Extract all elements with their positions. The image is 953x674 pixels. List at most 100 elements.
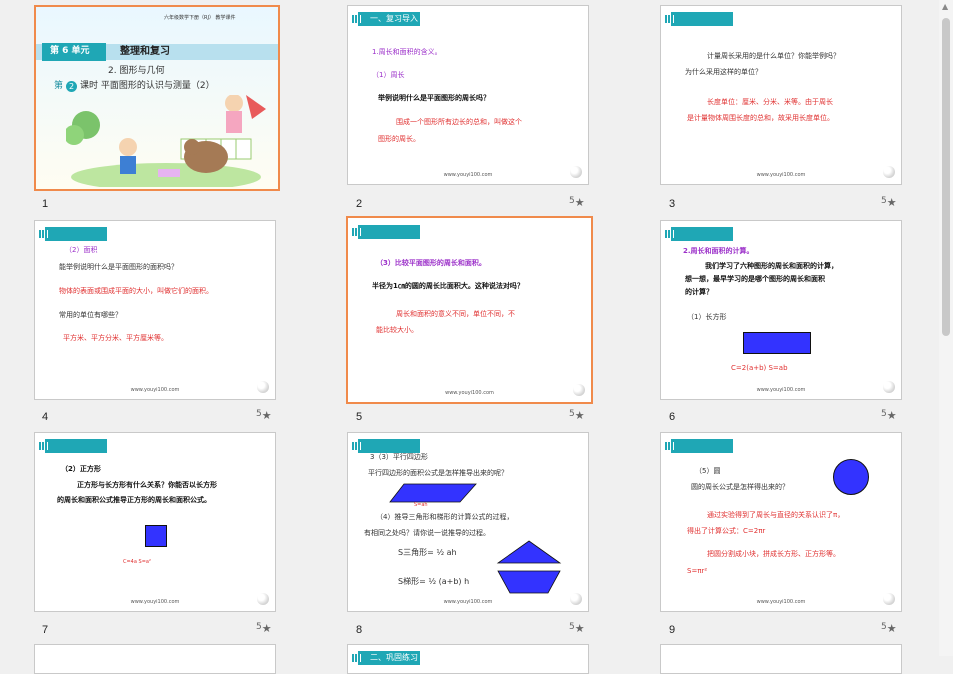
slide-number-4: 4 (42, 411, 49, 423)
page-curl-icon (883, 593, 895, 605)
slide-8-line-6: S三角形= ½ ah (398, 548, 457, 557)
page-curl-icon (257, 381, 269, 393)
slide-2-section-label: 一、复习导入 (370, 14, 418, 23)
page-curl-icon (570, 166, 582, 178)
slide-thumbnail-7[interactable]: （2）正方形 正方形与长方形有什么关系？你能否以长方形 的周长和面积公式推导正方… (34, 432, 276, 612)
slide-11-section-banner: 二、巩固练习 (352, 651, 420, 665)
slide-6-section-banner (665, 227, 733, 241)
slide-5-line-2: 半径为1㎝的圆的周长比面积大。这种说法对吗？ (372, 282, 524, 290)
slide-thumbnail-10[interactable] (34, 644, 276, 674)
animation-star-icon-8[interactable]: 5★ (569, 622, 585, 635)
slide-8-line-3: S=ah (414, 502, 428, 508)
slide-4-section-banner (39, 227, 107, 241)
slide-number-1: 1 (42, 198, 49, 210)
slide-thumbnail-1[interactable]: 六年级数学下册（RJ） 教学课件 第 6 单元 整理和复习 2. 图形与几何 第… (34, 5, 280, 191)
slide-4-line-5: 平方米、平方分米、平方厘米等。 (63, 334, 168, 342)
slide-thumbnail-12[interactable] (660, 644, 902, 674)
slide-thumbnail-3[interactable]: 计量周长采用的是什么单位？你能举例吗？ 为什么采用这样的单位？ 长度单位：厘米、… (660, 5, 902, 185)
slide-2-line-4: 围成一个图形所有边长的总和，叫做这个 (396, 118, 522, 126)
slide-9-line-4: 得出了计算公式：C=2πr (687, 527, 766, 535)
slide-8-line-7: S梯形= ½ (a+b) h (398, 577, 470, 586)
page-curl-icon (573, 384, 585, 396)
slide-7-square-shape (145, 525, 167, 547)
slide-9-circle-shape (833, 459, 869, 495)
animation-star-icon-6[interactable]: 5★ (881, 409, 897, 422)
slide-8-line-2: 平行四边形的面积公式是怎样推导出来的呢？ (368, 469, 508, 477)
slide-9-line-5: 把圆分割成小块，拼成长方形、正方形等。 (707, 550, 840, 558)
slide-3-footer: www.youyi100.com (756, 172, 806, 178)
slide-5-footer: www.youyi100.com (445, 390, 494, 396)
slide-1-topic: 2. 图形与几何 (108, 66, 165, 76)
slide-1-unit-title: 整理和复习 (120, 46, 170, 57)
slide-number-7: 7 (42, 624, 49, 636)
slide-4-line-1: （2）面积 (65, 246, 98, 254)
scroll-up-arrow-icon[interactable]: ▲ (942, 2, 948, 11)
animation-star-icon-3[interactable]: 5★ (881, 196, 897, 209)
slide-thumbnail-4[interactable]: （2）面积 能举例说明什么是平面图形的面积吗？ 物体的表面或围成平面的大小，叫做… (34, 220, 276, 400)
slide-9-line-1: （5）圆 (695, 467, 721, 475)
slide-3-line-3: 长度单位：厘米、分米、米等。由于周长 (707, 98, 833, 106)
slide-1-lesson-title: 课时 平面图形的认识与测量（2） (80, 81, 215, 91)
slide-11-section-label: 二、巩固练习 (370, 653, 418, 662)
slide-thumbnail-9[interactable]: （5）圆 圆的周长公式是怎样得出来的？ 通过实验得到了周长与直径的关系认识了π，… (660, 432, 902, 612)
slide-7-footer: www.youyi100.com (130, 599, 180, 605)
slide-6-footer: www.youyi100.com (756, 387, 806, 393)
slide-number-9: 9 (669, 624, 676, 636)
slide-4-footer: www.youyi100.com (130, 387, 180, 393)
slide-8-line-1: 3（3）平行四边形 (370, 453, 428, 461)
slide-2-footer: www.youyi100.com (443, 172, 493, 178)
slide-1-lesson-circle: 2 (66, 81, 77, 92)
slide-9-line-3: 通过实验得到了周长与直径的关系认识了π， (707, 511, 845, 519)
slide-thumbnail-5[interactable]: （3）比较平面图形的周长和面积。 半径为1㎝的圆的周长比面积大。这种说法对吗？ … (346, 216, 593, 404)
page-curl-icon (883, 381, 895, 393)
scrollbar-thumb[interactable] (942, 18, 950, 336)
slide-number-6: 6 (669, 411, 676, 423)
slide-7-line-2: 正方形与长方形有什么关系？你能否以长方形 (77, 481, 217, 489)
slide-1-header: 六年级数学下册（RJ） 教学课件 (164, 15, 236, 21)
slide-number-5: 5 (356, 411, 363, 423)
slide-2-line-3: 举例说明什么是平面图形的周长吗？ (378, 94, 490, 102)
slide-8-triangle-trapezoid-shapes (496, 540, 562, 594)
slide-6-line-1: 2.周长和面积的计算。 (683, 247, 754, 255)
animation-star-icon-5[interactable]: 5★ (569, 409, 585, 422)
slide-number-2: 2 (356, 198, 363, 210)
slide-thumbnail-2[interactable]: 一、复习导入 1.周长和面积的含义。 （1）周长 举例说明什么是平面图形的周长吗… (347, 5, 589, 185)
slide-5-line-3: 周长和面积的意义不同，单位不同，不 (396, 310, 515, 318)
slide-1-lesson-pre: 第 (54, 81, 64, 91)
slide-number-8: 8 (356, 624, 363, 636)
slide-6-line-3: 想一想，最早学习的是哪个图形的周长和面积 (685, 275, 825, 283)
slide-1-lesson-number: 2 (69, 82, 75, 91)
slide-2-line-1: 1.周长和面积的含义。 (372, 48, 442, 56)
slide-5-line-1: （3）比较平面图形的周长和面积。 (376, 259, 486, 267)
page-curl-icon (570, 593, 582, 605)
animation-star-icon-9[interactable]: 5★ (881, 622, 897, 635)
slide-9-section-banner (665, 439, 733, 453)
slide-3-section-banner (665, 12, 733, 26)
slide-number-3: 3 (669, 198, 676, 210)
page-curl-icon (883, 166, 895, 178)
slide-sorter-grid: 六年级数学下册（RJ） 教学课件 第 6 单元 整理和复习 2. 图形与几何 第… (0, 0, 938, 674)
slide-6-line-6: C=2(a+b) S=ab (731, 364, 788, 372)
slide-thumbnail-8[interactable]: 3（3）平行四边形 平行四边形的面积公式是怎样推导出来的呢？ S=ah （4）推… (347, 432, 589, 612)
vertical-scrollbar[interactable]: ▲ (939, 0, 953, 656)
slide-6-line-5: （1）长方形 (687, 313, 727, 321)
slide-7-line-4: C=4a S=a² (123, 559, 151, 565)
animation-star-icon-7[interactable]: 5★ (256, 622, 272, 635)
slide-2-line-2: （1）周长 (372, 71, 405, 79)
slide-7-line-1: （2）正方形 (61, 465, 101, 473)
slide-2-line-5: 图形的周长。 (378, 135, 420, 143)
slide-3-line-2: 为什么采用这样的单位？ (685, 68, 762, 76)
slide-2-section-banner: 一、复习导入 (352, 12, 420, 26)
slide-9-line-6: S=πr² (687, 567, 708, 575)
slide-thumbnail-11[interactable]: 二、巩固练习 (347, 644, 589, 674)
slide-9-footer: www.youyi100.com (756, 599, 806, 605)
animation-star-icon-2[interactable]: 5★ (569, 196, 585, 209)
slide-4-line-4: 常用的单位有哪些？ (59, 311, 122, 319)
slide-8-line-5: 有相同之处吗？请你说一说推导的过程。 (364, 529, 490, 537)
slide-8-line-4: （4）推导三角形和梯形的计算公式的过程， (376, 513, 514, 521)
slide-4-line-2: 能举例说明什么是平面图形的面积吗？ (59, 263, 178, 271)
slide-8-parallelogram-shape (389, 483, 477, 503)
slide-thumbnail-6[interactable]: 2.周长和面积的计算。 我们学习了六种图形的周长和面积的计算， 想一想，最早学习… (660, 220, 902, 400)
animation-star-icon-4[interactable]: 5★ (256, 409, 272, 422)
slide-5-section-banner (352, 225, 420, 239)
